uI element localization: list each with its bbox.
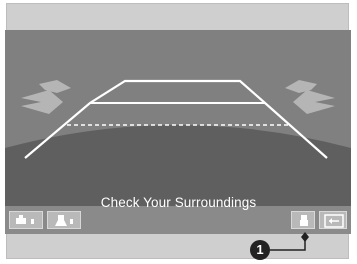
camera-view-top-icon — [55, 215, 73, 226]
camera-control-bar — [5, 206, 351, 234]
camera-view-wide-icon — [300, 215, 308, 226]
camera-view-normal-icon — [16, 215, 34, 224]
rear-camera-view — [5, 30, 351, 206]
camera-image — [5, 79, 351, 206]
right-arrow-icon — [285, 80, 335, 114]
exit-button[interactable] — [319, 211, 347, 229]
exit-icon — [324, 214, 344, 228]
manual-figure: Check Your Surroundings 1 — [0, 0, 357, 264]
check-surroundings-message: Check Your Surroundings — [100, 195, 257, 210]
left-arrow-icon — [21, 80, 71, 114]
camera-view-top-button[interactable] — [47, 211, 81, 229]
callout-number-badge: 1 — [250, 240, 270, 260]
bumper-area — [5, 125, 351, 206]
camera-view-wide-button[interactable] — [291, 211, 315, 229]
camera-view-normal-button[interactable] — [9, 211, 43, 229]
